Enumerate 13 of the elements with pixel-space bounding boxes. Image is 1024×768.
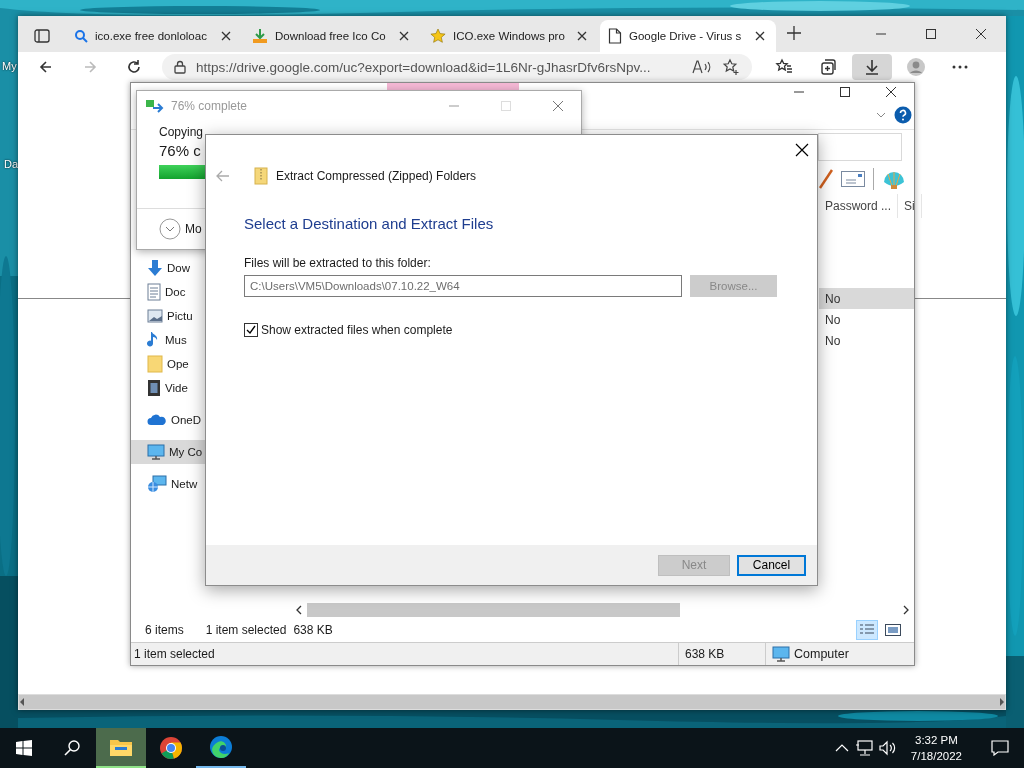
url-text: https://drive.google.com/uc?export=download&id=1L6Nr-gJhasrDfv6rsNpv... [196,59,652,75]
dialog-title: 76% complete [171,99,248,113]
field-label: Files will be extracted to this folder: [244,256,432,270]
selection-count: 1 item selected [205,623,287,637]
item-count: 6 items [145,623,184,637]
selection-size: 638 KB [293,623,333,637]
status-zone: Computer [765,643,914,665]
wizard-title: Extract Compressed (Zipped) Folders [276,169,477,183]
percent-complete: 76% c [159,142,201,159]
copy-status: Copying [159,125,204,139]
wizard-heading: Select a Destination and Extract Files [244,215,495,232]
status-size: 638 KB [678,643,765,665]
status-text: 1 item selected [133,647,216,661]
